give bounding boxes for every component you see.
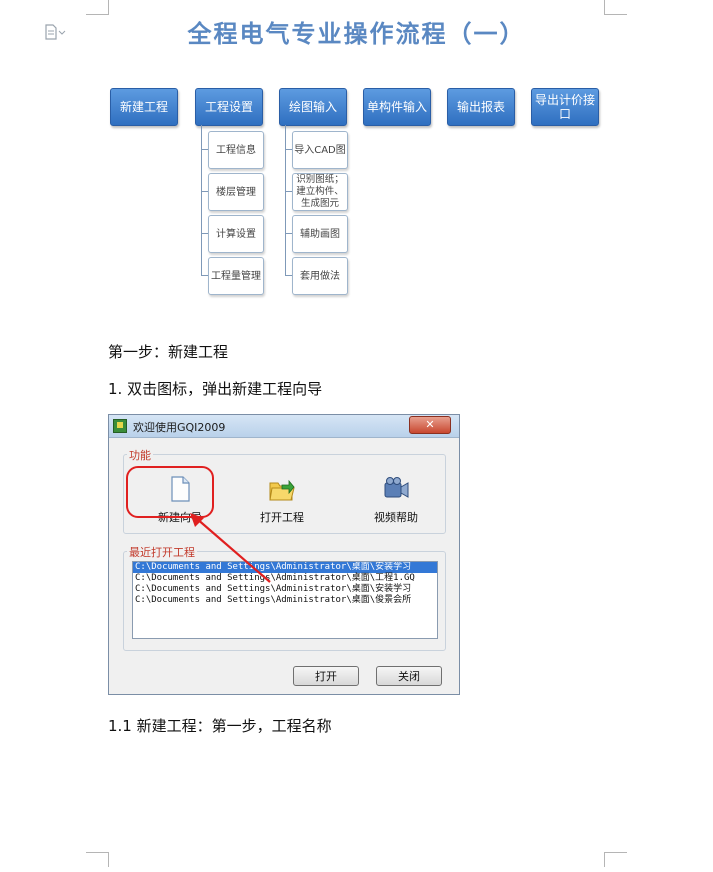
- flow-sub-auxiliary-drawing: 辅助画图: [292, 215, 348, 253]
- instruction-item-1-1: 1.1 新建工程：第一步，工程名称: [108, 717, 332, 735]
- open-button[interactable]: 打开: [293, 666, 359, 686]
- connector: [285, 125, 286, 275]
- flow-sub-quantity-management: 工程量管理: [208, 257, 264, 295]
- flow-sub-recognize-drawing: 识别图纸；建立构件、生成图元: [292, 173, 348, 211]
- dialog-titlebar[interactable]: 欢迎使用GQI2009 ✕: [109, 415, 459, 438]
- video-camera-icon: [382, 475, 410, 503]
- video-help-button[interactable]: 视频帮助: [361, 475, 431, 525]
- open-folder-icon: [268, 475, 296, 503]
- corner-mark-bottom-left: [86, 852, 109, 867]
- annotation-arrow-icon: [190, 513, 271, 583]
- flow-step-export-pricing: 导出计价接口: [531, 88, 599, 126]
- video-help-label: 视频帮助: [374, 511, 418, 524]
- dialog-title: 欢迎使用GQI2009: [133, 421, 226, 434]
- corner-mark-top-left: [86, 0, 109, 15]
- recent-project-item[interactable]: C:\Documents and Settings\Administrator\…: [133, 562, 437, 573]
- welcome-dialog: 欢迎使用GQI2009 ✕ 功能 新建向导 打开工程 视频帮助 最近打开工程 C…: [108, 414, 460, 695]
- close-button[interactable]: 关闭: [376, 666, 442, 686]
- recent-project-item[interactable]: C:\Documents and Settings\Administrator\…: [133, 584, 437, 595]
- recent-projects-list[interactable]: C:\Documents and Settings\Administrator\…: [132, 561, 438, 639]
- recent-project-item[interactable]: C:\Documents and Settings\Administrator\…: [133, 573, 437, 584]
- flow-sub-apply-method: 套用做法: [292, 257, 348, 295]
- step1-heading: 第一步：新建工程: [108, 343, 229, 361]
- corner-mark-bottom-right: [604, 852, 627, 867]
- flow-step-new-project: 新建工程: [110, 88, 178, 126]
- flow-step-drawing-input: 绘图输入: [279, 88, 347, 126]
- flow-step-project-settings: 工程设置: [195, 88, 263, 126]
- recent-project-item[interactable]: C:\Documents and Settings\Administrator\…: [133, 595, 437, 606]
- flow-step-output-report: 输出报表: [447, 88, 515, 126]
- flow-sub-floor-management: 楼层管理: [208, 173, 264, 211]
- flow-sub-import-cad: 导入CAD图: [292, 131, 348, 169]
- instruction-item-1: 1. 双击图标，弹出新建工程向导: [108, 380, 323, 398]
- flow-sub-project-info: 工程信息: [208, 131, 264, 169]
- corner-mark-top-right: [604, 0, 627, 15]
- connector: [201, 125, 202, 275]
- flow-step-single-component-input: 单构件输入: [363, 88, 431, 126]
- app-icon: [113, 419, 127, 433]
- functions-group-label: 功能: [127, 447, 153, 463]
- window-close-button[interactable]: ✕: [409, 416, 451, 434]
- flow-sub-calc-settings: 计算设置: [208, 215, 264, 253]
- page-title: 全程电气专业操作流程（一）: [187, 19, 526, 48]
